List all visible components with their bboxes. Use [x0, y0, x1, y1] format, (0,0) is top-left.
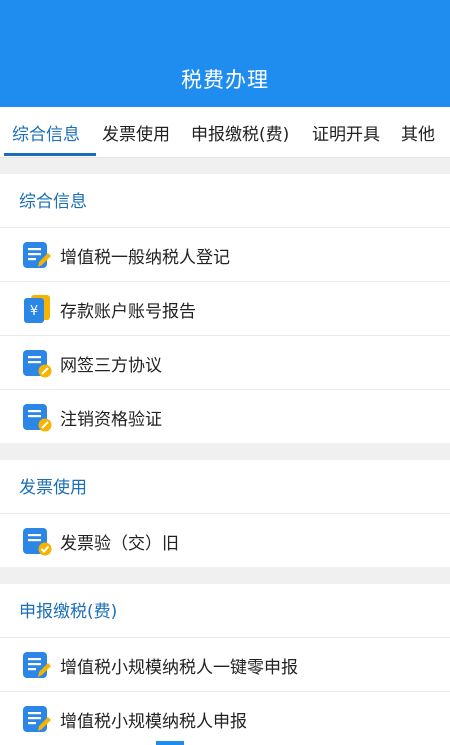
page-title: 税费办理 — [181, 68, 269, 92]
section-tax-filing: 申报缴税(费) 增值税小规模纳税人一键零申报 增值税小规模纳税人申报 — [0, 584, 450, 745]
section-title: 发票使用 — [0, 460, 450, 514]
list-item-deregistration-check[interactable]: 注销资格验证 — [0, 390, 450, 443]
form-check-icon — [23, 528, 52, 556]
item-label: 增值税一般纳税人登记 — [60, 248, 230, 268]
section-invoice-use: 发票使用 发票验（交）旧 — [0, 460, 450, 567]
list-item-one-click-zero-filing[interactable]: 增值税小规模纳税人一键零申报 — [0, 638, 450, 692]
list-item-general-taxpayer-registration[interactable]: 增值税一般纳税人登记 — [0, 228, 450, 282]
item-label: 发票验（交）旧 — [60, 534, 179, 554]
yuan-card-icon: ¥ — [24, 295, 50, 323]
item-label: 存款账户账号报告 — [60, 302, 196, 322]
app-header: 税费办理 — [0, 0, 450, 107]
scroll-indicator — [156, 741, 184, 745]
category-tabs: 综合信息 发票使用 申报缴税(费) 证明开具 其他 — [0, 107, 450, 158]
list-item-deposit-account-report[interactable]: ¥ 存款账户账号报告 — [0, 282, 450, 336]
form-edit-icon — [23, 242, 51, 268]
item-label: 网签三方协议 — [60, 356, 162, 376]
form-link-icon — [23, 404, 52, 432]
item-label: 增值税小规模纳税人申报 — [60, 712, 247, 732]
tab-certificate[interactable]: 证明开具 — [312, 120, 380, 145]
item-label: 注销资格验证 — [60, 410, 162, 430]
list-item-tripartite-agreement[interactable]: 网签三方协议 — [0, 336, 450, 390]
form-link-icon — [23, 350, 52, 378]
list-item-small-scale-filing[interactable]: 增值税小规模纳税人申报 — [0, 692, 450, 745]
active-tab-indicator — [4, 153, 96, 156]
form-edit-icon — [23, 706, 51, 732]
section-title: 申报缴税(费) — [0, 584, 450, 638]
section-title: 综合信息 — [0, 174, 450, 228]
tab-invoice-use[interactable]: 发票使用 — [102, 120, 170, 145]
list-item-invoice-verification[interactable]: 发票验（交）旧 — [0, 514, 450, 567]
tab-other[interactable]: 其他 — [401, 120, 435, 145]
section-comprehensive-info: 综合信息 增值税一般纳税人登记 ¥ 存款账户账号报告 网签三方协议 注销资格验证 — [0, 174, 450, 443]
tab-comprehensive-info[interactable]: 综合信息 — [12, 120, 80, 145]
form-edit-icon — [23, 652, 51, 678]
tab-tax-filing[interactable]: 申报缴税(费) — [191, 120, 289, 145]
item-label: 增值税小规模纳税人一键零申报 — [60, 658, 298, 678]
svg-text:¥: ¥ — [30, 304, 38, 319]
